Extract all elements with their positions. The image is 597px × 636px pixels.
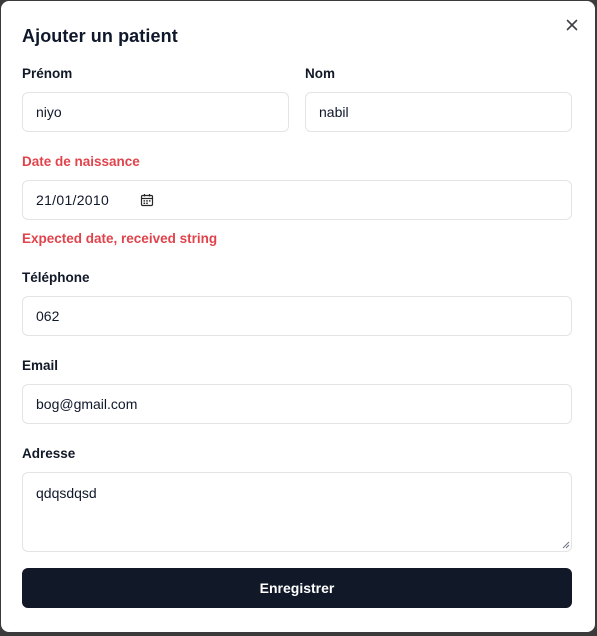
- birth-date-input[interactable]: 21/01/2010: [22, 180, 572, 220]
- email-label: Email: [22, 358, 59, 373]
- close-button[interactable]: [561, 14, 583, 36]
- add-patient-dialog: Ajouter un patient Prénom Nom Date de na…: [1, 1, 595, 632]
- birth-date-label: Date de naissance: [22, 154, 140, 169]
- address-textarea[interactable]: qdqsdqsd: [22, 472, 572, 552]
- address-label: Adresse: [22, 446, 76, 461]
- save-button[interactable]: Enregistrer: [22, 568, 572, 608]
- first-name-input[interactable]: [22, 92, 289, 132]
- last-name-input[interactable]: [305, 92, 572, 132]
- calendar-icon[interactable]: [140, 193, 154, 207]
- resize-grip-icon[interactable]: [562, 541, 570, 549]
- close-icon: [566, 19, 578, 31]
- phone-label: Téléphone: [22, 270, 90, 285]
- first-name-label: Prénom: [22, 66, 73, 81]
- birth-date-value: 21/01/2010: [36, 192, 110, 208]
- dialog-title: Ajouter un patient: [22, 26, 178, 46]
- phone-input[interactable]: [22, 296, 572, 336]
- birth-date-error: Expected date, received string: [22, 231, 218, 246]
- last-name-label: Nom: [305, 66, 335, 81]
- email-input[interactable]: [22, 384, 572, 424]
